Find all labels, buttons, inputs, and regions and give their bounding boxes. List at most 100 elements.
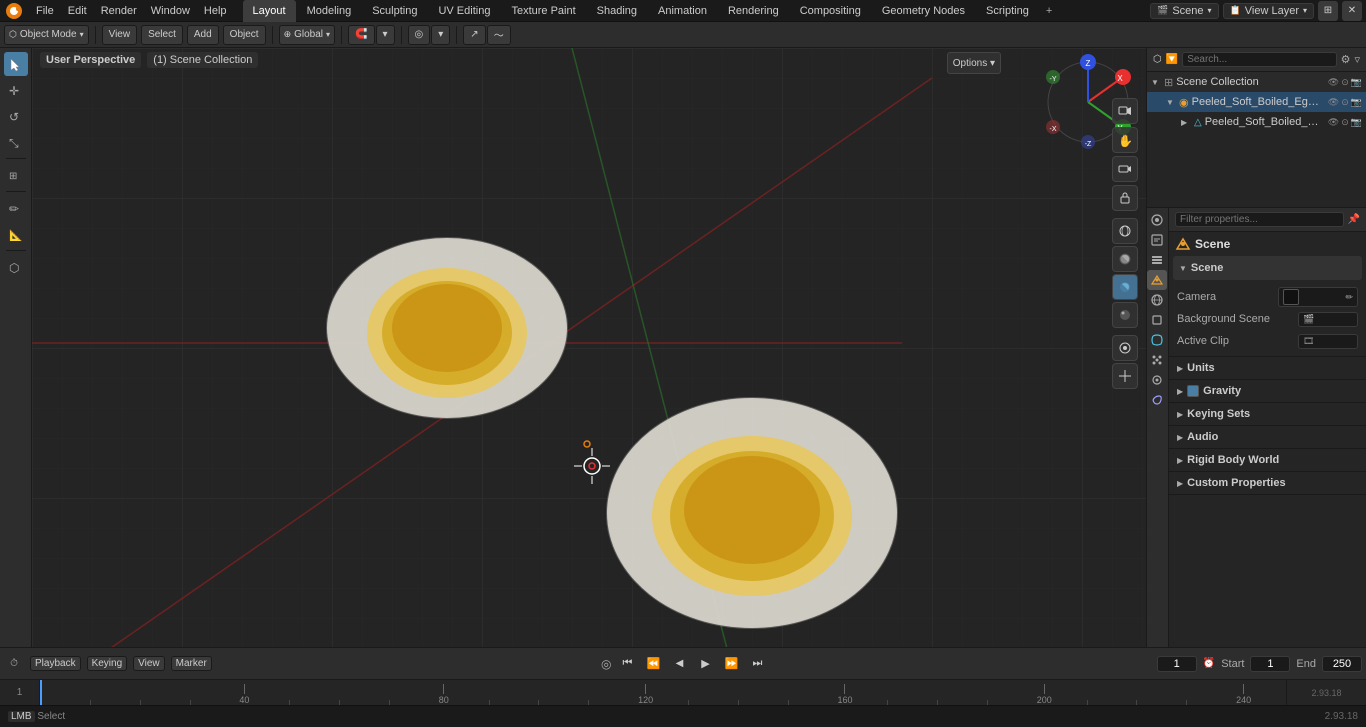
prop-icon-object[interactable] xyxy=(1147,310,1167,330)
3d-viewport[interactable]: User Perspective (1) Scene Collection Op… xyxy=(32,48,1146,647)
menu-window[interactable]: Window xyxy=(145,3,196,19)
units-section-toggle[interactable]: ▶ Units xyxy=(1169,357,1366,379)
jump-start-btn[interactable]: ⏮ xyxy=(618,654,638,674)
prop-icon-output[interactable] xyxy=(1147,230,1167,250)
jump-end-btn[interactable]: ⏭ xyxy=(748,654,768,674)
outliner-cursor-icon[interactable]: ⊙ xyxy=(1341,77,1349,88)
tool-add[interactable]: ⬡ xyxy=(4,255,28,279)
end-frame-input[interactable] xyxy=(1322,656,1362,672)
rigid-body-toggle[interactable]: ▶ Rigid Body World xyxy=(1169,449,1366,471)
camera-value[interactable]: ✏ xyxy=(1278,287,1358,307)
material-mode-btn[interactable] xyxy=(1112,274,1138,300)
start-frame-input[interactable] xyxy=(1250,656,1290,672)
tab-geometry-nodes[interactable]: Geometry Nodes xyxy=(872,0,975,22)
outliner-filter-btn[interactable]: ▿ xyxy=(1354,53,1360,66)
next-keyframe-btn[interactable]: ⏩ xyxy=(722,654,742,674)
editor-type-selector[interactable]: ⬡ Object Mode ▾ xyxy=(4,25,89,45)
curve-btn-2[interactable]: 〜 xyxy=(487,25,511,45)
custom-props-toggle[interactable]: ▶ Custom Properties xyxy=(1169,472,1366,494)
outliner-mesh-select-icon[interactable]: ⊙ xyxy=(1341,117,1349,128)
camera-view-btn[interactable] xyxy=(1112,98,1138,124)
camera-edit-icon[interactable]: ✏ xyxy=(1345,292,1353,303)
tab-modeling[interactable]: Modeling xyxy=(297,0,362,22)
outliner-item-egg-mesh[interactable]: ▶ △ Peeled_Soft_Boiled_Egg_... 👁 ⊙ 📷 xyxy=(1147,112,1366,132)
gravity-checkbox[interactable] xyxy=(1187,385,1199,397)
outliner-expand-scene[interactable]: ▼ xyxy=(1151,78,1161,87)
tool-cursor[interactable] xyxy=(4,52,28,76)
curve-btn-1[interactable]: ↗ xyxy=(463,25,485,45)
scene-section-toggle[interactable]: ▼ Scene xyxy=(1173,256,1362,280)
snap-settings[interactable]: ▾ xyxy=(376,25,395,45)
outliner-mesh-eye-icon[interactable]: 👁 xyxy=(1328,117,1339,128)
background-scene-value[interactable]: 🎬 xyxy=(1298,312,1358,327)
gizmo-toggle-btn[interactable] xyxy=(1112,363,1138,389)
close-btn[interactable]: ✕ xyxy=(1342,1,1362,21)
tab-uv-editing[interactable]: UV Editing xyxy=(428,0,500,22)
menu-help[interactable]: Help xyxy=(198,3,233,19)
scrubber-track[interactable]: 4080120160200240 xyxy=(40,680,1286,705)
play-btn[interactable]: ▶ xyxy=(696,654,716,674)
outliner-egg-eye-icon[interactable]: 👁 xyxy=(1328,97,1339,108)
tab-layout[interactable]: Layout xyxy=(243,0,296,22)
viewport-collection-label[interactable]: (1) Scene Collection xyxy=(147,52,258,68)
overlay-toggle-btn[interactable] xyxy=(1112,335,1138,361)
outliner-expand-egg[interactable]: ▼ xyxy=(1166,98,1176,107)
proportional-btn[interactable]: ◎ xyxy=(408,25,431,45)
add-workspace-tab[interactable]: + xyxy=(1040,3,1058,19)
outliner-mesh-render-icon[interactable]: 📷 xyxy=(1351,117,1362,128)
render-mode-btn[interactable] xyxy=(1112,302,1138,328)
tab-scripting[interactable]: Scripting xyxy=(976,0,1039,22)
outliner-item-egg-collection[interactable]: ▼ ◉ Peeled_Soft_Boiled_Egg_Halv 👁 ⊙ 📷 xyxy=(1147,92,1366,112)
snap-toggle[interactable]: 🧲 xyxy=(348,25,374,45)
transform-origin-selector[interactable]: ⊕ Global ▾ xyxy=(279,25,335,45)
proportional-edit[interactable]: ◎ ▾ xyxy=(408,25,451,45)
outliner-eye-icon[interactable]: 👁 xyxy=(1328,77,1339,88)
keying-sets-toggle[interactable]: ▶ Keying Sets xyxy=(1169,403,1366,425)
tool-annotate[interactable]: ✏ xyxy=(4,196,28,220)
outliner-search[interactable] xyxy=(1182,52,1336,67)
add-menu-btn[interactable]: Add xyxy=(187,25,219,45)
menu-render[interactable]: Render xyxy=(95,3,143,19)
menu-file[interactable]: File xyxy=(30,3,60,19)
view-menu-timeline[interactable]: View xyxy=(133,656,165,671)
properties-filter-input[interactable] xyxy=(1175,212,1344,227)
hand-btn[interactable]: ✋ xyxy=(1112,127,1138,153)
tool-transform[interactable]: ⊞ xyxy=(4,163,28,187)
outliner-render-icon[interactable]: 📷 xyxy=(1351,77,1362,88)
tool-rotate[interactable]: ↺ xyxy=(4,104,28,128)
prop-icon-constraints[interactable] xyxy=(1147,390,1167,410)
outliner-options-icon[interactable]: ⚙ xyxy=(1341,53,1351,66)
tool-scale[interactable]: ⤡ xyxy=(4,130,28,154)
prop-icon-scene[interactable] xyxy=(1147,270,1167,290)
solid-mode-btn[interactable] xyxy=(1112,246,1138,272)
proportional-dropdown[interactable]: ▾ xyxy=(431,25,450,45)
gravity-section-toggle[interactable]: ▶ Gravity xyxy=(1169,380,1366,402)
render-icon-btn[interactable]: ⊞ xyxy=(1318,1,1338,21)
wireframe-mode-btn[interactable] xyxy=(1112,218,1138,244)
viewport-options-btn[interactable]: Options ▾ xyxy=(947,52,1001,74)
playback-menu[interactable]: Playback xyxy=(30,656,81,671)
camera-icon-btn[interactable] xyxy=(1112,156,1138,182)
keying-menu[interactable]: Keying xyxy=(87,656,128,671)
prop-icon-world[interactable] xyxy=(1147,290,1167,310)
properties-pin-icon[interactable]: 📌 xyxy=(1348,214,1360,225)
tab-shading[interactable]: Shading xyxy=(587,0,647,22)
current-frame-input[interactable] xyxy=(1157,656,1197,672)
tab-texture-paint[interactable]: Texture Paint xyxy=(501,0,585,22)
view-layer-selector[interactable]: 📋 View Layer ▾ xyxy=(1223,3,1314,19)
outliner-egg-select-icon[interactable]: ⊙ xyxy=(1341,97,1349,108)
outliner-egg-render-icon[interactable]: 📷 xyxy=(1351,97,1362,108)
marker-menu[interactable]: Marker xyxy=(171,656,212,671)
audio-toggle[interactable]: ▶ Audio xyxy=(1169,426,1366,448)
prop-icon-view-layer[interactable] xyxy=(1147,250,1167,270)
play-reverse-btn[interactable]: ◀ xyxy=(670,654,690,674)
prop-icon-particles[interactable] xyxy=(1147,350,1167,370)
outliner-expand-mesh[interactable]: ▶ xyxy=(1181,118,1191,127)
outliner-item-scene-collection[interactable]: ▼ ⊞ Scene Collection 👁 ⊙ 📷 xyxy=(1147,72,1366,92)
select-menu-btn[interactable]: Select xyxy=(141,25,183,45)
tab-sculpting[interactable]: Sculpting xyxy=(362,0,427,22)
object-menu-btn[interactable]: Object xyxy=(223,25,266,45)
prop-icon-modifiers[interactable] xyxy=(1147,330,1167,350)
tool-measure[interactable]: 📐 xyxy=(4,222,28,246)
viewport-perspective-label[interactable]: User Perspective xyxy=(40,52,141,68)
